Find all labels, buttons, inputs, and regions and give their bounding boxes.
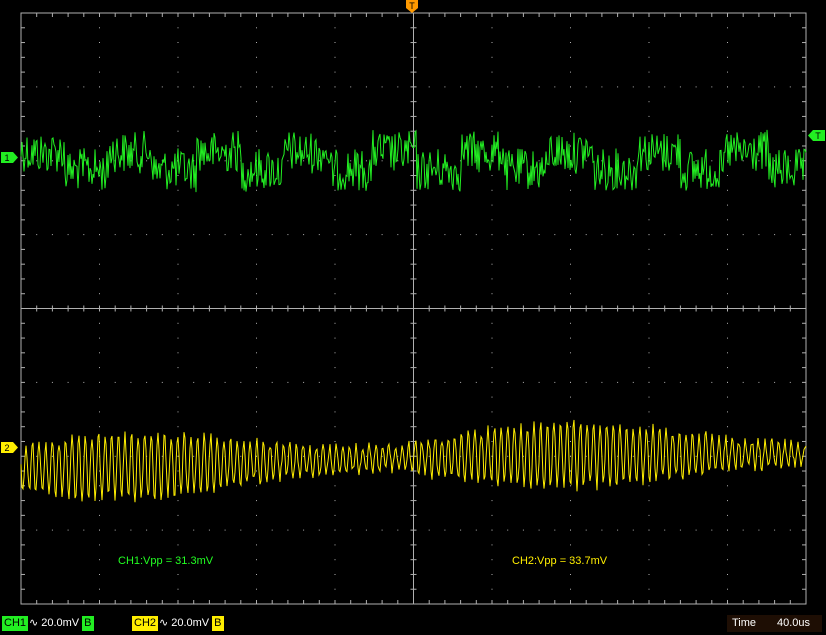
- time-label: Time: [732, 617, 757, 629]
- trigger-position-marker[interactable]: T: [406, 0, 418, 13]
- svg-text:T: T: [815, 131, 821, 141]
- svg-text:2: 2: [4, 443, 9, 453]
- ch2-bandwidth-limit-badge: B: [212, 616, 224, 631]
- ch1-ground-marker[interactable]: 1: [1, 152, 18, 163]
- trigger-level-marker[interactable]: T: [808, 130, 825, 141]
- ac-coupling-icon: ∿: [159, 617, 169, 629]
- ch1-bandwidth-limit-badge: B: [82, 616, 94, 631]
- oscilloscope-display: T 1 2 T: [1, 0, 825, 605]
- ch2-scale: 20.0mV: [171, 617, 210, 629]
- ch1-status[interactable]: CH1 ∿ 20.0mV B: [2, 616, 94, 631]
- ch2-ground-marker[interactable]: 2: [1, 442, 18, 453]
- timebase-readout[interactable]: Time 40.0us: [727, 615, 822, 632]
- time-value: 40.0us: [776, 617, 810, 629]
- svg-text:T: T: [409, 1, 415, 11]
- ch2-status[interactable]: CH2 ∿ 20.0mV B: [132, 616, 224, 631]
- ch1-label: CH1: [2, 616, 29, 631]
- svg-text:1: 1: [4, 153, 9, 163]
- ch2-vpp-measurement: CH2:Vpp = 33.7mV: [512, 555, 608, 567]
- ch1-scale: 20.0mV: [41, 617, 80, 629]
- status-bar: CH1 ∿ 20.0mV B CH2 ∿ 20.0mV B Time 40.0us: [0, 612, 826, 635]
- ch1-vpp-measurement: CH1:Vpp = 31.3mV: [118, 555, 214, 567]
- ac-coupling-icon: ∿: [29, 617, 39, 629]
- ch2-label: CH2: [132, 616, 159, 631]
